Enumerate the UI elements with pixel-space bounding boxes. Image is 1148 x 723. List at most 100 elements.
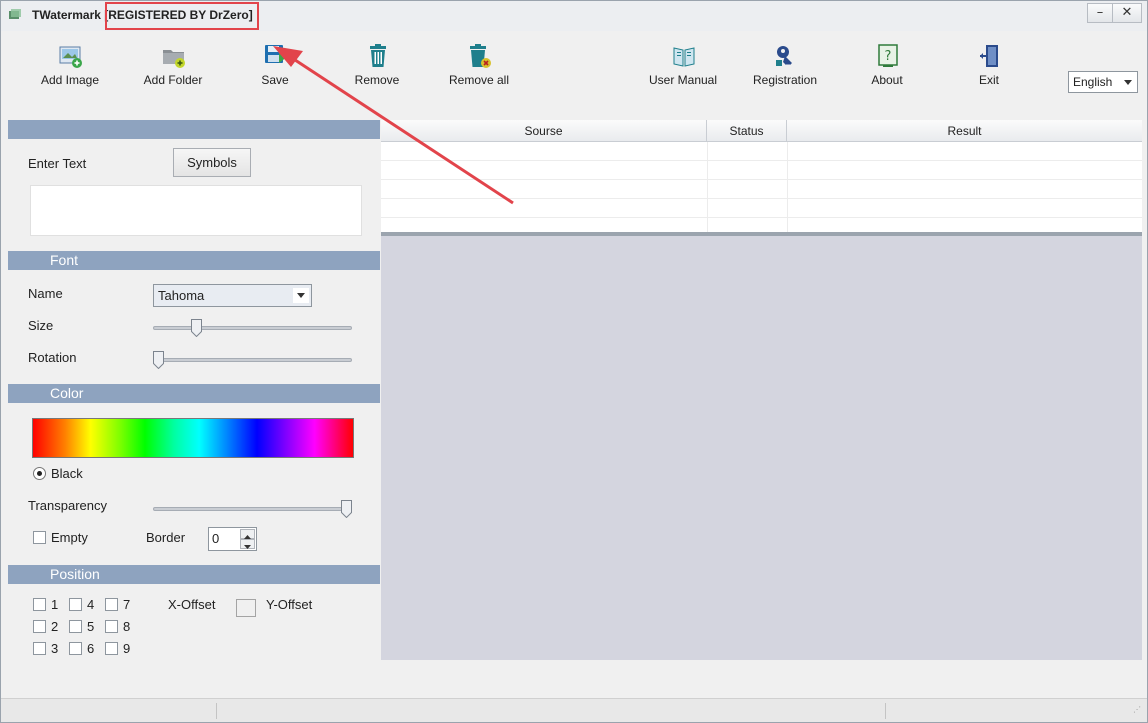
radio-selected-dot	[37, 471, 42, 476]
rotation-slider[interactable]	[153, 358, 352, 362]
color-section-header: Color	[8, 384, 380, 403]
file-table[interactable]: Sourse Status Result	[381, 120, 1142, 232]
text-section-header	[8, 120, 380, 139]
font-name-value: Tahoma	[158, 288, 205, 303]
position-label-1: 1	[51, 597, 59, 612]
spin-down-button[interactable]	[240, 539, 255, 549]
position-checkbox-6[interactable]	[69, 642, 82, 655]
svg-text:?: ?	[885, 49, 892, 64]
position-checkbox-3[interactable]	[33, 642, 46, 655]
rotation-slider-thumb[interactable]	[153, 351, 164, 369]
position-label-2: 2	[51, 619, 59, 634]
empty-label: Empty	[51, 530, 88, 545]
chevron-down-icon	[293, 288, 309, 303]
minimize-button[interactable]: –	[1087, 3, 1113, 23]
add-image-button[interactable]: Add Image	[30, 43, 110, 103]
about-button[interactable]: ? About	[847, 43, 927, 103]
font-size-slider[interactable]	[153, 326, 352, 330]
image-preview-area	[381, 236, 1142, 660]
table-row[interactable]	[381, 199, 1142, 218]
key-icon	[776, 46, 792, 66]
spin-up-button[interactable]	[240, 529, 255, 539]
close-button[interactable]: ✕	[1112, 3, 1142, 23]
position-label-4: 4	[87, 597, 95, 612]
user-manual-button[interactable]: User Manual	[643, 43, 723, 103]
rotation-label: Rotation	[28, 350, 77, 365]
empty-checkbox[interactable]	[33, 531, 46, 544]
save-button[interactable]: Save	[235, 43, 315, 103]
user-manual-label: User Manual	[648, 73, 718, 87]
exit-label: Exit	[978, 73, 999, 87]
position-label-6: 6	[87, 641, 95, 656]
symbols-button[interactable]: Symbols	[173, 148, 251, 177]
watermark-text-input[interactable]	[30, 185, 362, 236]
color-spectrum-picker[interactable]	[32, 418, 354, 458]
column-header-result[interactable]: Result	[787, 120, 1142, 142]
column-divider	[787, 142, 788, 232]
toolbar: Add Image Add Folder Save Remove Remove …	[1, 31, 1147, 120]
y-offset-label: Y-Offset	[266, 597, 313, 612]
color-header-label: Color	[50, 385, 84, 401]
status-divider	[216, 703, 217, 719]
table-row[interactable]	[381, 161, 1142, 180]
language-select[interactable]: English	[1068, 71, 1138, 93]
font-name-select[interactable]: Tahoma	[153, 284, 312, 307]
table-row[interactable]	[381, 142, 1142, 161]
position-checkbox-1[interactable]	[33, 598, 46, 611]
position-section-header: Position	[8, 565, 380, 584]
x-offset-label: X-Offset	[168, 597, 216, 612]
status-bar: ⋰	[1, 698, 1147, 722]
font-section-header: Font	[8, 251, 380, 270]
position-checkbox-5[interactable]	[69, 620, 82, 633]
position-checkbox-8[interactable]	[105, 620, 118, 633]
registration-label: Registration	[752, 73, 818, 87]
trash-icon	[370, 44, 386, 67]
position-label-7: 7	[123, 597, 131, 612]
remove-button[interactable]: Remove	[337, 43, 417, 103]
black-label: Black	[51, 466, 83, 481]
settings-panel: Enter Text Symbols Font Name Tahoma Size…	[8, 120, 380, 660]
application-window: TWatermark [REGISTERED BY DrZero] – ✕ Ad…	[0, 0, 1148, 723]
position-label-8: 8	[123, 619, 131, 634]
position-checkbox-9[interactable]	[105, 642, 118, 655]
remove-all-button[interactable]: Remove all	[439, 43, 519, 103]
column-header-source[interactable]: Sourse	[381, 120, 707, 142]
table-row[interactable]	[381, 180, 1142, 199]
save-label: Save	[261, 73, 289, 87]
registration-button[interactable]: Registration	[745, 43, 825, 103]
column-header-status[interactable]: Status	[707, 120, 787, 142]
black-radio[interactable]	[33, 467, 46, 480]
font-size-label: Size	[28, 318, 54, 333]
exit-button[interactable]: Exit	[949, 43, 1029, 103]
book-icon	[673, 47, 695, 67]
close-icon: ✕	[1121, 5, 1133, 20]
trash-remove-all-icon	[470, 44, 491, 68]
position-checkbox-7[interactable]	[105, 598, 118, 611]
transparency-slider-thumb[interactable]	[341, 500, 352, 518]
add-folder-button[interactable]: Add Folder	[133, 43, 213, 103]
help-icon: ?	[878, 44, 898, 67]
remove-label: Remove	[354, 73, 400, 87]
offset-preview-box[interactable]	[236, 599, 256, 617]
title-bar[interactable]: TWatermark [REGISTERED BY DrZero] – ✕	[1, 1, 1147, 31]
about-label: About	[871, 73, 903, 87]
enter-text-label: Enter Text	[28, 156, 87, 171]
font-size-slider-thumb[interactable]	[190, 319, 202, 337]
position-checkbox-4[interactable]	[69, 598, 82, 611]
border-spinbox[interactable]: 0	[208, 527, 257, 551]
position-label-9: 9	[123, 641, 131, 656]
language-value: English	[1073, 75, 1113, 89]
font-header-label: Font	[50, 252, 79, 268]
position-header-label: Position	[50, 566, 100, 582]
minimize-icon: –	[1096, 5, 1104, 20]
resize-grip-icon[interactable]: ⋰	[1133, 705, 1141, 714]
border-value: 0	[212, 531, 220, 546]
font-name-label: Name	[28, 286, 63, 301]
position-checkbox-2[interactable]	[33, 620, 46, 633]
column-divider	[707, 142, 708, 232]
chevron-down-icon	[244, 545, 251, 549]
transparency-slider[interactable]	[153, 507, 352, 511]
position-label-3: 3	[51, 641, 59, 656]
border-label: Border	[146, 530, 186, 545]
add-image-icon	[59, 46, 82, 68]
